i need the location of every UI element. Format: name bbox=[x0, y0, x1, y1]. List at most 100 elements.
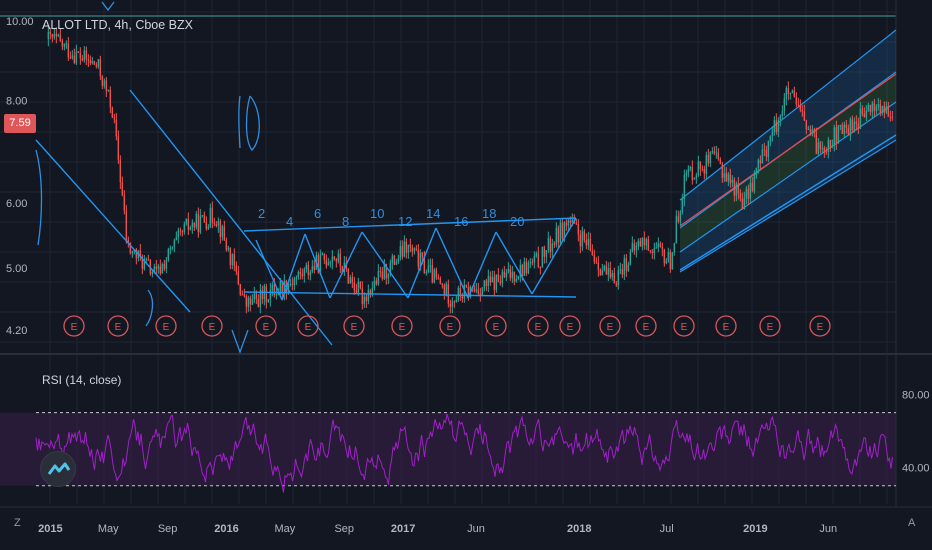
candle-body bbox=[199, 215, 202, 233]
candle-body bbox=[159, 266, 162, 274]
candle-body bbox=[685, 173, 688, 175]
candle-body bbox=[57, 34, 60, 37]
candle-body bbox=[753, 175, 756, 191]
candle-body bbox=[499, 281, 502, 284]
candle-body bbox=[559, 222, 562, 243]
candle-body bbox=[239, 284, 242, 295]
earnings-marker-label: E bbox=[817, 322, 824, 333]
earnings-marker[interactable]: E bbox=[485, 315, 507, 337]
candle-body bbox=[431, 265, 434, 283]
candle-body bbox=[597, 262, 600, 270]
candle-body bbox=[651, 251, 654, 254]
candle-body bbox=[243, 294, 246, 297]
candle-body bbox=[711, 151, 714, 153]
candle-body bbox=[719, 159, 722, 164]
earnings-event-markers[interactable]: EEEEEEEEEEEEEEEEEE bbox=[63, 315, 831, 337]
candle-body bbox=[267, 299, 270, 302]
candle-body bbox=[729, 174, 732, 183]
candle-body bbox=[253, 293, 256, 300]
earnings-marker-label: E bbox=[263, 322, 270, 333]
auto-scale-button[interactable]: A bbox=[908, 517, 915, 529]
candle-body bbox=[589, 238, 592, 252]
time-axis-label: Jul bbox=[660, 523, 674, 535]
candle-body bbox=[775, 120, 778, 132]
candle-body bbox=[837, 125, 840, 143]
candle-body bbox=[621, 269, 624, 275]
candle-body bbox=[125, 210, 128, 240]
candle-body bbox=[357, 281, 360, 293]
candle-body bbox=[695, 175, 698, 179]
candle-body bbox=[319, 255, 322, 273]
candle-body bbox=[645, 239, 648, 246]
candle-body bbox=[647, 239, 650, 251]
candle-body bbox=[443, 285, 446, 295]
candle-body bbox=[439, 278, 442, 284]
earnings-marker[interactable]: E bbox=[155, 315, 177, 337]
candle-body bbox=[679, 212, 682, 222]
candle-body bbox=[515, 279, 518, 282]
candle-body bbox=[699, 161, 702, 169]
tradingview-logo-icon[interactable] bbox=[40, 451, 76, 487]
earnings-marker[interactable]: E bbox=[63, 315, 85, 337]
price-axis-label: 8.00 bbox=[6, 96, 27, 108]
earnings-marker[interactable]: E bbox=[635, 315, 657, 337]
candle-body bbox=[113, 117, 116, 120]
earnings-marker[interactable]: E bbox=[673, 315, 695, 337]
candle-body bbox=[797, 104, 800, 106]
candle-body bbox=[219, 220, 222, 238]
candle-body bbox=[449, 303, 452, 307]
earnings-marker-label: E bbox=[399, 322, 406, 333]
earnings-marker[interactable]: E bbox=[527, 315, 549, 337]
candle-body bbox=[313, 266, 316, 270]
hand-drawn-wave-number: 4 bbox=[286, 214, 293, 229]
earnings-marker-label: E bbox=[115, 322, 122, 333]
candle-body bbox=[831, 145, 834, 148]
candle-body bbox=[387, 273, 390, 279]
candle-body bbox=[825, 151, 828, 153]
candle-body bbox=[583, 231, 586, 241]
candle-body bbox=[805, 120, 808, 130]
candle-body bbox=[151, 271, 154, 274]
candle-body bbox=[475, 289, 478, 292]
candle-body bbox=[655, 247, 658, 249]
candle-body bbox=[689, 167, 692, 169]
candle-body bbox=[429, 265, 432, 267]
timezone-button[interactable]: Z bbox=[14, 517, 21, 529]
candle-body bbox=[87, 59, 90, 61]
earnings-marker-label: E bbox=[447, 322, 454, 333]
candle-body bbox=[501, 271, 504, 284]
candle-body bbox=[377, 271, 380, 285]
candle-body bbox=[411, 247, 414, 252]
earnings-marker[interactable]: E bbox=[809, 315, 831, 337]
candle-body bbox=[749, 182, 752, 199]
candle-body bbox=[503, 271, 506, 278]
downtrend-line bbox=[35, 139, 191, 313]
earnings-marker[interactable]: E bbox=[107, 315, 129, 337]
candle-body bbox=[697, 161, 700, 176]
candle-body bbox=[379, 271, 382, 273]
candle-body bbox=[601, 269, 604, 276]
candle-body bbox=[593, 254, 596, 262]
candle-body bbox=[785, 88, 788, 99]
candle-body bbox=[311, 266, 314, 272]
earnings-marker-label: E bbox=[535, 322, 542, 333]
candle-body bbox=[233, 254, 236, 266]
candle-body bbox=[577, 224, 580, 235]
candle-body bbox=[177, 230, 180, 238]
hand-drawn-wave-number: 16 bbox=[454, 214, 468, 229]
earnings-marker[interactable]: E bbox=[297, 315, 319, 337]
earnings-marker[interactable]: E bbox=[439, 315, 461, 337]
candle-body bbox=[107, 89, 110, 91]
earnings-marker[interactable]: E bbox=[391, 315, 413, 337]
candle-body bbox=[303, 269, 306, 277]
candle-body bbox=[269, 289, 272, 300]
earnings-marker[interactable]: E bbox=[715, 315, 737, 337]
candle-body bbox=[631, 243, 634, 252]
candle-body bbox=[301, 274, 304, 277]
candle-body bbox=[603, 265, 606, 270]
wave-line bbox=[407, 227, 437, 299]
earnings-marker[interactable]: E bbox=[759, 315, 781, 337]
candle-body bbox=[167, 249, 170, 261]
candle-body bbox=[545, 250, 548, 257]
candle-body bbox=[291, 284, 294, 286]
